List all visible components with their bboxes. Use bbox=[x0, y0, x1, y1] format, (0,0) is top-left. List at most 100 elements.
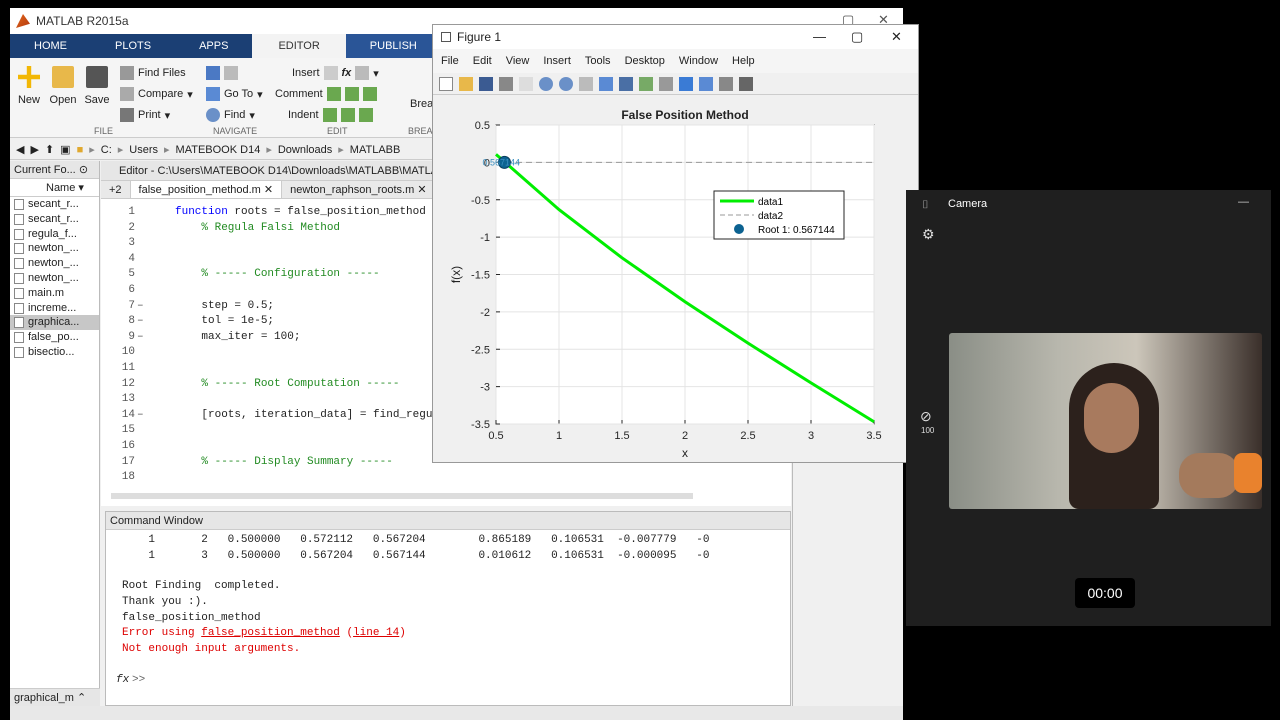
menu-tools[interactable]: Tools bbox=[585, 55, 611, 67]
file-item[interactable]: newton_... bbox=[10, 271, 99, 286]
dock-icon[interactable] bbox=[739, 76, 753, 91]
save-icon[interactable] bbox=[479, 76, 493, 91]
rotate-icon[interactable] bbox=[599, 76, 613, 91]
minimize-icon[interactable]: — bbox=[813, 29, 826, 44]
file-item[interactable]: increme... bbox=[10, 301, 99, 316]
error-message: Error using false_position_method (line … bbox=[122, 627, 406, 639]
error-function-link[interactable]: false_position_method bbox=[201, 627, 340, 639]
comment-button[interactable]: Comment bbox=[275, 87, 377, 101]
menu-view[interactable]: View bbox=[506, 55, 530, 67]
maximize-icon[interactable]: ▢ bbox=[851, 29, 863, 45]
go-to-button[interactable]: Go To ▾ bbox=[206, 87, 263, 101]
breadcrumb-drive[interactable]: C: bbox=[101, 144, 112, 156]
details-footer[interactable]: graphical_m ⌃ bbox=[10, 688, 100, 706]
tab-false-position[interactable]: false_position_method.m ✕ bbox=[130, 181, 283, 198]
forward-icon[interactable]: ▶ bbox=[30, 143, 38, 156]
figure-toolbar bbox=[433, 73, 918, 95]
breakpoints-button[interactable]: Brea bbox=[410, 98, 433, 110]
back-forward-buttons[interactable] bbox=[206, 66, 238, 80]
editor-hscrollbar[interactable] bbox=[111, 493, 693, 499]
column-header-name[interactable]: Name ▾ bbox=[10, 179, 99, 197]
m-file-icon bbox=[14, 272, 24, 284]
insert-button[interactable]: Insert fx ▾ bbox=[292, 66, 379, 80]
new-figure-icon[interactable] bbox=[439, 76, 453, 91]
tab-apps[interactable]: APPS bbox=[175, 34, 252, 58]
tab-home[interactable]: HOME bbox=[10, 34, 91, 58]
figure-plot[interactable]: 0.5 1 1.5 2 2.5 3 3.50.50-0.5-1-1.5-2-2.5-3-3.… bbox=[433, 95, 918, 463]
legend-icon[interactable] bbox=[699, 76, 713, 91]
forward-arrow-icon bbox=[224, 66, 238, 80]
file-item[interactable]: false_po... bbox=[10, 330, 99, 345]
y-tick-label: -1.5 bbox=[471, 270, 490, 282]
colorbar-icon[interactable] bbox=[679, 76, 693, 91]
breakpoint-marker[interactable]: – bbox=[137, 409, 144, 421]
file-item[interactable]: secant_r... bbox=[10, 212, 99, 227]
back-icon[interactable]: ◀ bbox=[16, 143, 24, 156]
breakpoint-marker[interactable]: – bbox=[137, 315, 144, 327]
print-icon[interactable] bbox=[499, 76, 513, 91]
line-number: 9 bbox=[128, 330, 135, 343]
indent-button[interactable]: Indent bbox=[288, 108, 373, 122]
tab-publish[interactable]: PUBLISH bbox=[345, 34, 441, 58]
pan-icon[interactable] bbox=[579, 76, 593, 91]
menu-help[interactable]: Help bbox=[732, 55, 755, 67]
menu-file[interactable]: File bbox=[441, 55, 459, 67]
tab-newton-raphson[interactable]: newton_raphson_roots.m ✕ bbox=[282, 181, 436, 198]
compare-button[interactable]: Compare ▾ bbox=[120, 87, 193, 101]
open-icon[interactable] bbox=[459, 76, 473, 91]
breakpoint-marker[interactable]: – bbox=[137, 300, 144, 312]
file-item[interactable]: newton_... bbox=[10, 256, 99, 271]
breadcrumb-users[interactable]: Users bbox=[129, 144, 158, 156]
data-cursor-icon[interactable] bbox=[619, 76, 633, 91]
save-button[interactable]: Save bbox=[80, 66, 114, 106]
menu-edit[interactable]: Edit bbox=[473, 55, 492, 67]
error-line-link[interactable]: line 14 bbox=[353, 627, 399, 639]
menu-window[interactable]: Window bbox=[679, 55, 718, 67]
file-item[interactable]: newton_... bbox=[10, 241, 99, 256]
new-button[interactable]: New bbox=[12, 66, 46, 106]
menu-desktop[interactable]: Desktop bbox=[625, 55, 665, 67]
file-item[interactable]: regula_f... bbox=[10, 227, 99, 242]
tab-overflow[interactable]: +2 bbox=[101, 181, 131, 198]
link-icon[interactable] bbox=[659, 76, 673, 91]
command-window[interactable]: Command Window 1 2 0.500000 0.572112 0.5… bbox=[105, 511, 791, 706]
close-icon[interactable]: ✕ bbox=[891, 29, 902, 45]
breakpoint-marker[interactable]: – bbox=[137, 331, 144, 343]
zoom-icon[interactable]: ⊘ bbox=[920, 408, 932, 425]
y-tick-label: -1 bbox=[480, 232, 490, 244]
breadcrumb-downloads[interactable]: Downloads bbox=[278, 144, 332, 156]
zoom-in-icon[interactable] bbox=[539, 76, 553, 91]
code-line[interactable]: 18 bbox=[101, 471, 791, 487]
settings-gear-icon[interactable]: ⚙ bbox=[922, 226, 935, 243]
up-folder-icon[interactable]: ⬆ bbox=[45, 143, 54, 156]
matlab-title: MATLAB R2015a bbox=[36, 14, 129, 28]
file-item[interactable]: graphica... bbox=[10, 315, 99, 331]
tab-plots[interactable]: PLOTS bbox=[91, 34, 175, 58]
print-button[interactable]: Print ▾ bbox=[120, 108, 170, 122]
browse-icon[interactable]: ▣ bbox=[60, 143, 70, 156]
zoom-out-icon[interactable] bbox=[559, 76, 573, 91]
tab-editor[interactable]: EDITOR bbox=[252, 34, 346, 58]
file-item[interactable]: secant_r... bbox=[10, 197, 99, 212]
current-folder-title: Current Fo... ⊙ bbox=[10, 161, 99, 179]
menu-insert[interactable]: Insert bbox=[543, 55, 571, 67]
breadcrumb-matlabb[interactable]: MATLABB bbox=[350, 144, 401, 156]
command-prompt[interactable]: >> bbox=[132, 674, 145, 686]
m-file-icon bbox=[14, 287, 24, 299]
brush-icon[interactable] bbox=[639, 76, 653, 91]
minimize-icon[interactable]: — bbox=[1238, 196, 1249, 208]
chevron-up-icon[interactable]: ⌃ bbox=[77, 692, 86, 704]
find-button[interactable]: Find ▾ bbox=[206, 108, 255, 122]
x-tick-label: 3 bbox=[808, 430, 814, 442]
open-button[interactable]: Open bbox=[46, 66, 80, 106]
breadcrumb-user[interactable]: MATEBOOK D14 bbox=[176, 144, 261, 156]
hide-tools-icon[interactable] bbox=[719, 76, 733, 91]
file-item[interactable]: bisectio... bbox=[10, 345, 99, 360]
file-item[interactable]: main.m bbox=[10, 286, 99, 301]
insert-function-icon bbox=[355, 66, 370, 80]
face bbox=[1084, 383, 1139, 453]
pointer-icon[interactable] bbox=[519, 76, 533, 91]
find-files-button[interactable]: Find Files bbox=[120, 66, 186, 80]
panel-menu-icon[interactable]: ⊙ bbox=[79, 164, 88, 176]
m-file-icon bbox=[14, 213, 24, 225]
